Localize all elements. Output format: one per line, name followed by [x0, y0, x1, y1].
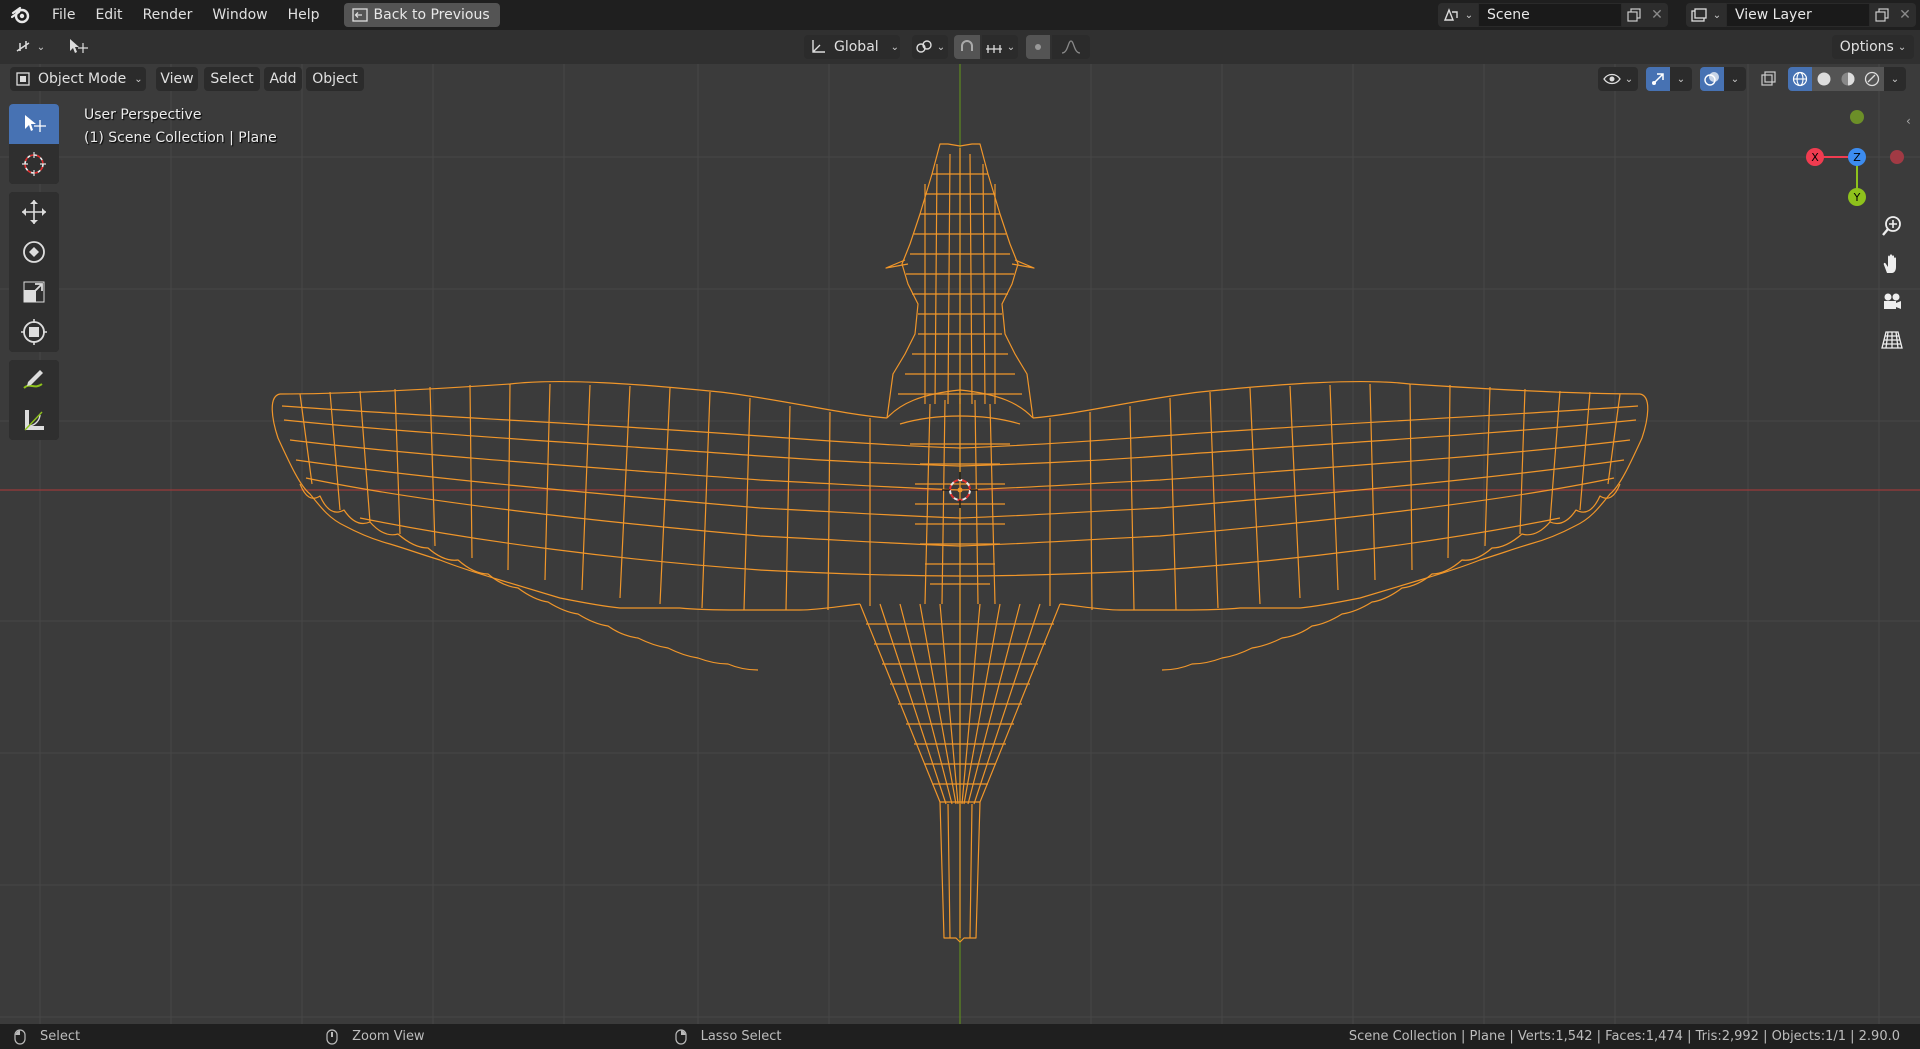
mouse-left-icon — [14, 1028, 26, 1045]
shading-solid-icon[interactable] — [1812, 67, 1836, 91]
back-to-previous-label: Back to Previous — [373, 7, 490, 23]
menu-add[interactable]: Add — [264, 67, 302, 91]
collection-info-label: (1) Scene Collection | Plane — [84, 130, 277, 146]
back-to-previous-button[interactable]: Back to Previous — [343, 3, 500, 27]
shading-dropdown[interactable]: ⌄ — [1884, 67, 1906, 91]
tool-settings-header: ⌄ Global ⌄ ⌄ ⌄ Options ⌄ — [0, 30, 1920, 64]
status-bar: Select Zoom View Lasso Select Scene Coll… — [0, 1024, 1920, 1049]
blender-logo-icon[interactable] — [0, 0, 42, 30]
scene-selector[interactable]: ⌄ Scene ✕ — [1438, 3, 1668, 27]
mouse-middle-icon — [326, 1028, 338, 1045]
gizmo-z-label: Z — [1853, 151, 1861, 164]
gizmo-toggle-icon[interactable] — [1646, 67, 1670, 91]
xray-toggle-icon[interactable] — [1756, 67, 1780, 91]
camera-view-icon[interactable] — [1876, 286, 1908, 318]
pan-hand-icon[interactable] — [1876, 248, 1908, 280]
proportional-editing-icon[interactable] — [1026, 35, 1050, 59]
view-layer-icon — [1691, 8, 1707, 22]
3d-viewport[interactable] — [0, 64, 1920, 1024]
perspective-grid-icon[interactable] — [1876, 324, 1908, 356]
visibility-dropdown[interactable]: ⌄ — [1598, 67, 1638, 91]
status-lasso-label: Lasso Select — [700, 1029, 782, 1044]
options-label: Options — [1839, 39, 1894, 55]
cursor-tool-icon[interactable] — [9, 144, 59, 184]
back-icon — [351, 8, 368, 22]
menu-file[interactable]: File — [42, 0, 85, 30]
scene-statistics: Scene Collection | Plane | Verts:1,542 |… — [1348, 1029, 1900, 1044]
shading-rendered-icon[interactable] — [1860, 67, 1884, 91]
view-layer-selector[interactable]: ⌄ View Layer ✕ — [1686, 3, 1916, 27]
object-mode-icon — [16, 72, 30, 86]
snap-increment-icon — [985, 45, 1002, 53]
shading-wireframe-icon[interactable] — [1788, 67, 1812, 91]
viewport-header: Object Mode ⌄ View Select Add Object ⌄ ⌄… — [0, 64, 1920, 94]
gizmo-neg-x-icon[interactable] — [1890, 150, 1904, 164]
viewport-grid — [0, 64, 1920, 1024]
scene-new-icon[interactable] — [1622, 3, 1646, 27]
menu-edit[interactable]: Edit — [85, 0, 132, 30]
shading-material-icon[interactable] — [1836, 67, 1860, 91]
pivot-icon — [916, 40, 932, 53]
left-toolbar — [9, 104, 63, 448]
3d-cursor-icon[interactable] — [942, 472, 978, 508]
menu-window[interactable]: Window — [202, 0, 277, 30]
overlays-dropdown[interactable]: ⌄ — [1724, 67, 1746, 91]
select-box-tool-icon[interactable] — [9, 104, 59, 144]
menu-help[interactable]: Help — [278, 0, 330, 30]
gizmo-y-label: Y — [1853, 191, 1861, 204]
scene-icon — [1443, 8, 1458, 21]
status-zoom-label: Zoom View — [352, 1029, 425, 1044]
eye-icon — [1603, 73, 1621, 85]
view-name-label: User Perspective — [84, 107, 202, 123]
annotate-tool-icon[interactable] — [9, 360, 59, 400]
rotate-tool-icon[interactable] — [9, 232, 59, 272]
transform-tool-icon[interactable] — [9, 312, 59, 352]
menu-select[interactable]: Select — [204, 67, 260, 91]
options-dropdown[interactable]: Options ⌄ — [1832, 35, 1914, 59]
editor-type-icon — [16, 41, 30, 52]
scale-tool-icon[interactable] — [9, 272, 59, 312]
status-select-label: Select — [40, 1029, 81, 1044]
move-tool-icon[interactable] — [9, 192, 59, 232]
measure-tool-icon[interactable] — [9, 400, 59, 440]
view-layer-name-field[interactable]: View Layer — [1726, 3, 1870, 27]
mode-value: Object Mode — [38, 71, 127, 87]
top-menu-bar: File Edit Render Window Help Back to Pre… — [0, 0, 1920, 30]
mouse-right-icon — [674, 1028, 687, 1045]
scene-name-field[interactable]: Scene — [1478, 3, 1622, 27]
menu-object[interactable]: Object — [306, 67, 364, 91]
pivot-point-dropdown[interactable]: ⌄ — [912, 35, 948, 59]
orientation-icon — [812, 40, 825, 53]
select-tool-icon[interactable] — [64, 35, 92, 59]
gizmo-x-label: X — [1811, 151, 1819, 164]
transform-orientation-value: Global — [834, 39, 879, 55]
falloff-curve-icon[interactable] — [1052, 35, 1090, 59]
bird-wireframe-mesh[interactable] — [271, 143, 1649, 943]
gizmo-dropdown[interactable]: ⌄ — [1670, 67, 1692, 91]
view-layer-browse-button[interactable]: ⌄ — [1686, 3, 1726, 27]
gizmo-neg-y-icon[interactable] — [1850, 110, 1864, 124]
navigation-gizmo[interactable]: X Y Z — [1790, 100, 1910, 220]
menu-view[interactable]: View — [156, 67, 198, 91]
scene-remove-icon[interactable]: ✕ — [1646, 3, 1668, 27]
transform-orientation-dropdown[interactable]: Global ⌄ — [804, 35, 900, 59]
snap-target-dropdown[interactable]: ⌄ — [982, 35, 1018, 59]
sidebar-toggle-icon[interactable]: ‹ — [1906, 114, 1911, 128]
view-layer-remove-icon[interactable]: ✕ — [1894, 3, 1916, 27]
editor-type-button[interactable]: ⌄ — [10, 35, 50, 59]
scene-browse-button[interactable]: ⌄ — [1438, 3, 1478, 27]
snap-toggle-icon[interactable] — [954, 35, 980, 59]
overlays-toggle-icon[interactable] — [1700, 67, 1724, 91]
mode-dropdown[interactable]: Object Mode ⌄ — [10, 67, 146, 91]
zoom-icon[interactable] — [1876, 210, 1908, 242]
view-layer-new-icon[interactable] — [1870, 3, 1894, 27]
menu-render[interactable]: Render — [133, 0, 203, 30]
